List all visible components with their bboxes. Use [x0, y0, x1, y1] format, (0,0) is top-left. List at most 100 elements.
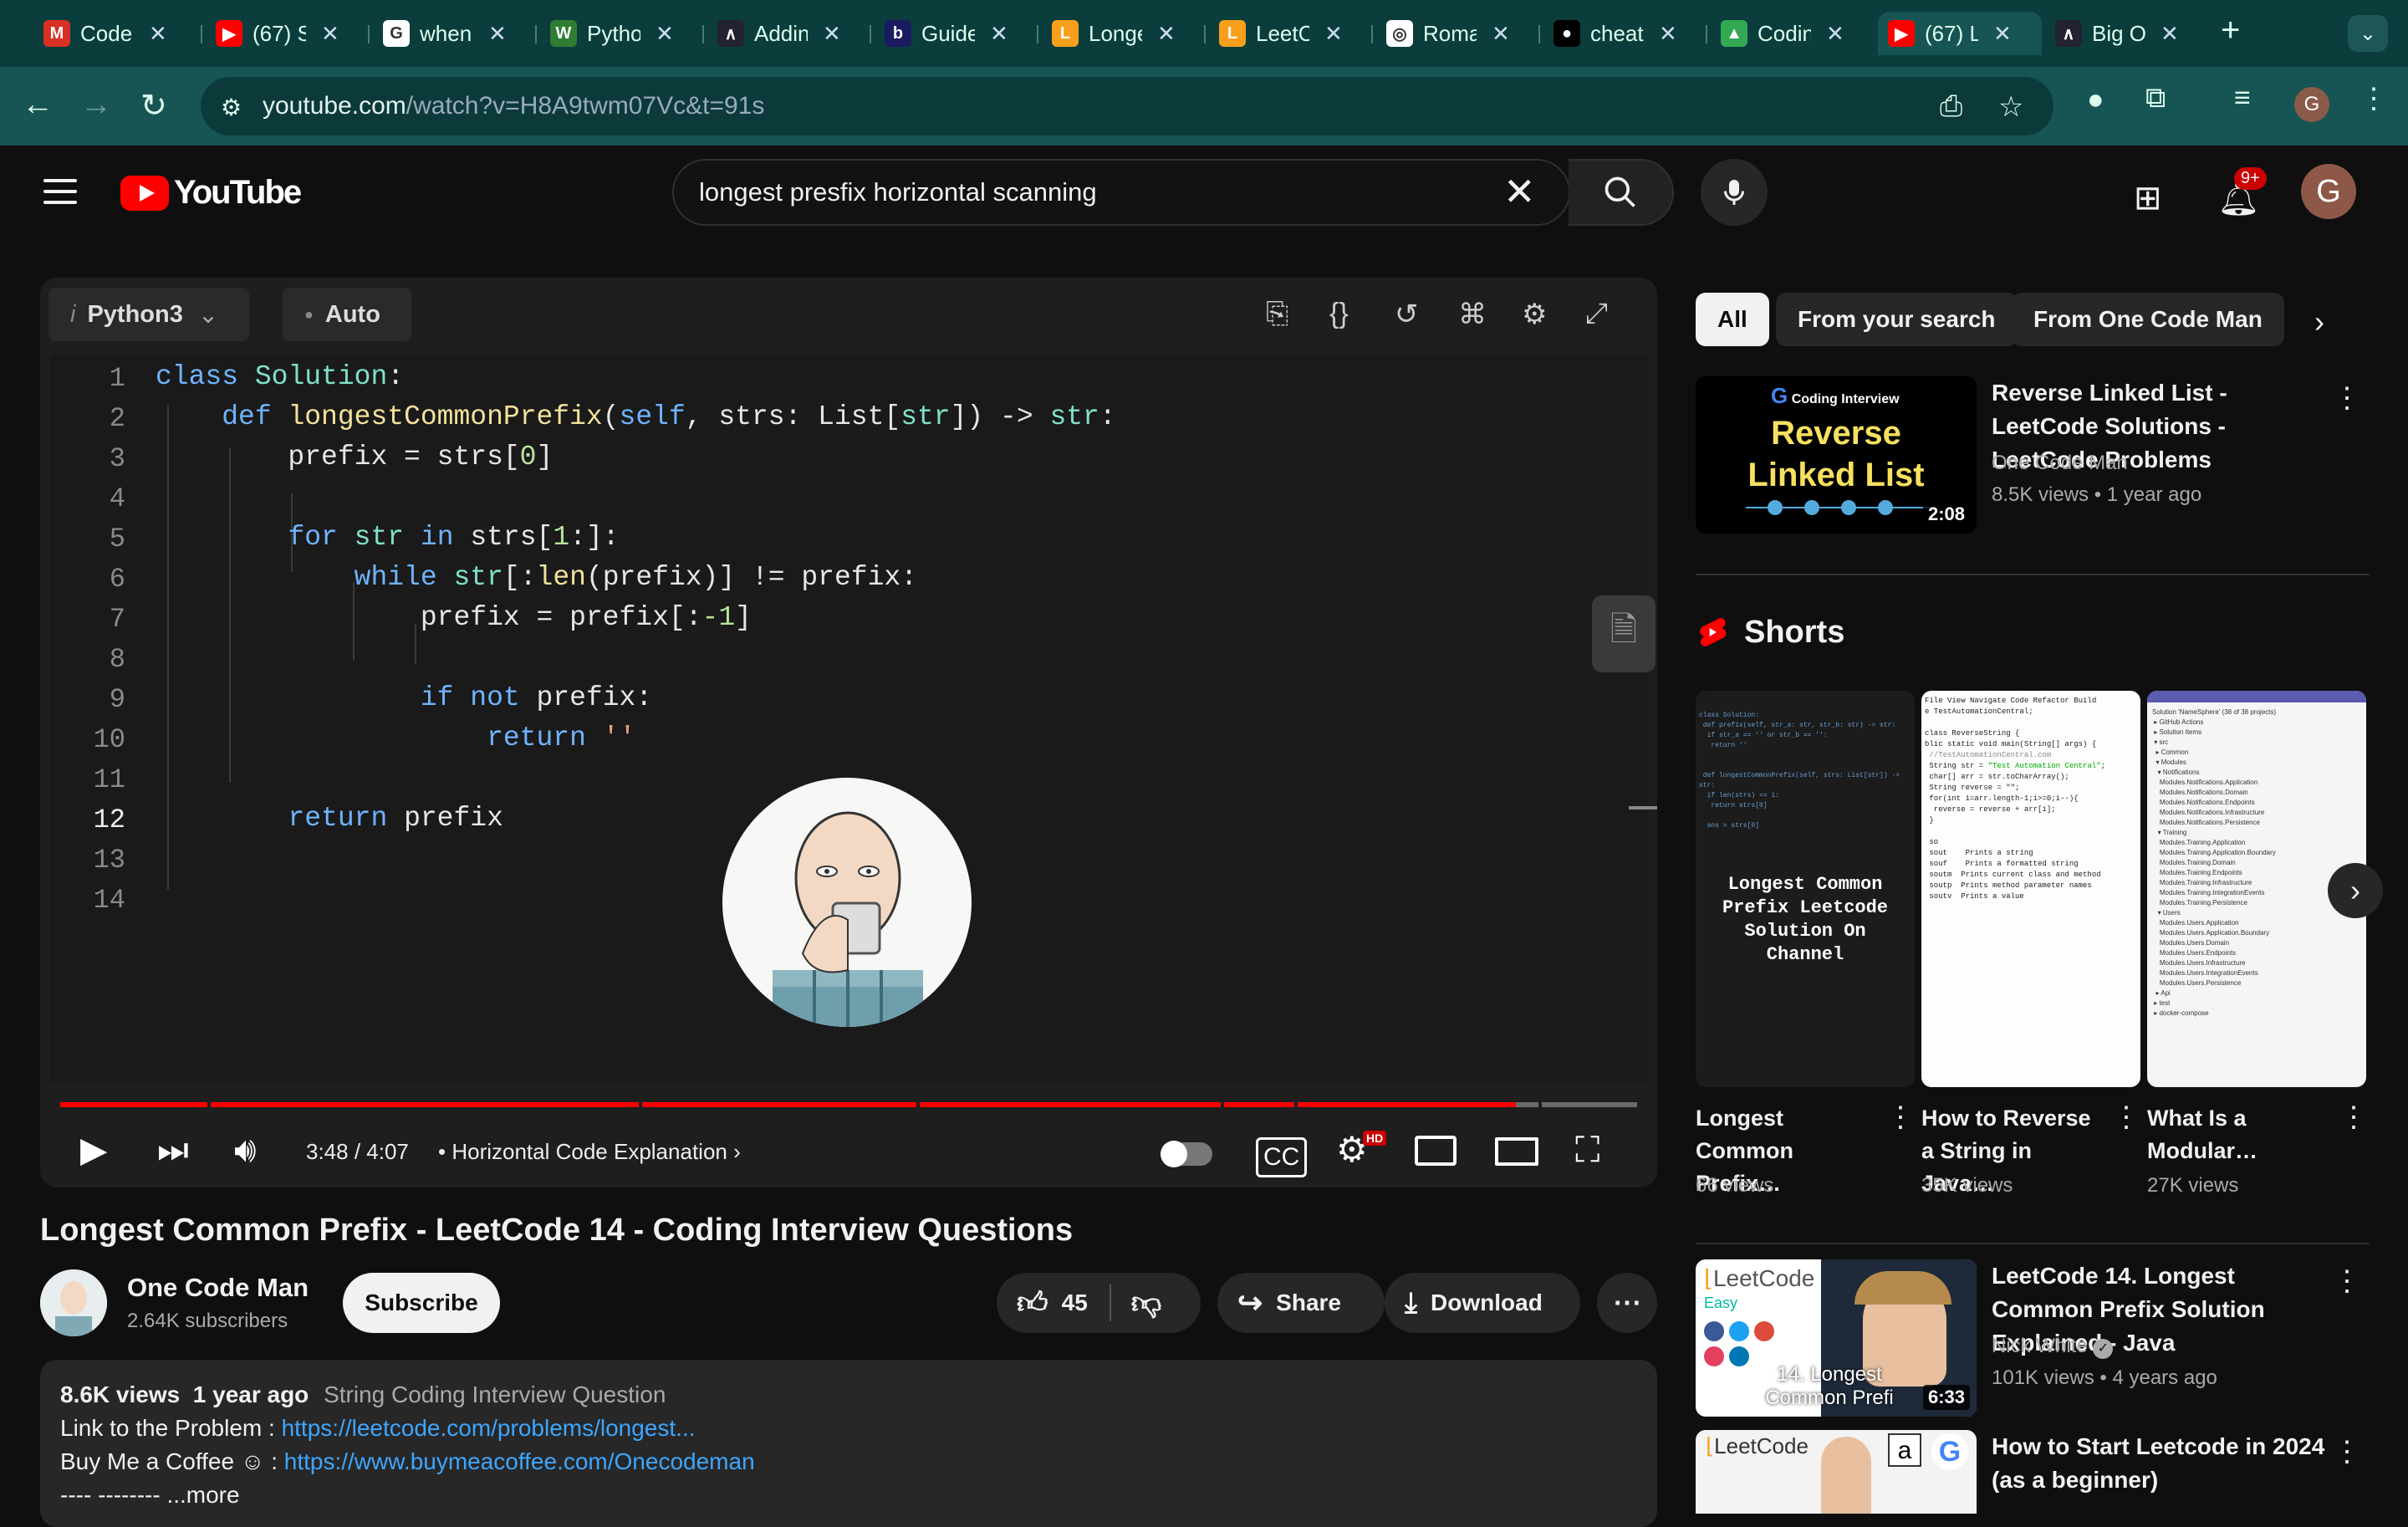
fullscreen-icon[interactable]: ⛶: [1575, 1132, 1599, 1167]
format-braces-icon[interactable]: {}: [1329, 298, 1349, 330]
close-tab-icon[interactable]: ✕: [2161, 21, 2179, 47]
install-app-icon[interactable]: ⎙: [1940, 90, 1962, 123]
theater-mode-icon[interactable]: [1495, 1137, 1538, 1166]
browser-tab[interactable]: ∧ Big O ✕: [2045, 12, 2209, 55]
search-button[interactable]: [1569, 159, 1674, 226]
video-player[interactable]: i Python3 ⌄ ● Auto ⎘ {} ↺ ⌘ ⚙ ⤢ 1 2 3 4 5 6 7 8 9 10…: [40, 278, 1657, 1187]
video-channel[interactable]: Nick White ✓: [1992, 1335, 2114, 1359]
forward-icon[interactable]: →: [80, 87, 112, 123]
close-tab-icon[interactable]: ✕: [1993, 21, 2012, 47]
browser-tab[interactable]: L LeetC ✕: [1209, 12, 1373, 55]
video-thumbnail[interactable]: ⌊LeetCode Easy 14. Longest Common Prefi …: [1696, 1259, 1977, 1417]
more-vert-icon[interactable]: ⋮: [2112, 1101, 2140, 1134]
language-select[interactable]: i Python3 ⌄: [48, 288, 249, 341]
video-thumbnail[interactable]: ⌊LeetCode a G: [1696, 1430, 1977, 1514]
description-box[interactable]: 8.6K views 1 year ago String Coding Inte…: [40, 1360, 1657, 1527]
reload-icon[interactable]: ↻: [140, 87, 167, 125]
video-channel[interactable]: One Code Man: [1992, 452, 2128, 475]
autoplay-toggle[interactable]: [1161, 1141, 1212, 1167]
search-input[interactable]: [699, 172, 1468, 212]
show-more-link[interactable]: ---- -------- ...more: [60, 1482, 240, 1509]
extensions-puzzle-icon[interactable]: ⧉: [2145, 82, 2166, 115]
shortcuts-icon[interactable]: ⌘: [1458, 298, 1487, 331]
close-tab-icon[interactable]: ✕: [823, 21, 841, 47]
browser-tab[interactable]: ∧ Addin ✕: [707, 12, 871, 55]
bookmark-icon[interactable]: ⎘: [1266, 298, 1288, 330]
back-icon[interactable]: ←: [22, 87, 54, 123]
recommended-video[interactable]: ⌊LeetCode a G How to Start Leetcode in 2…: [1696, 1430, 2370, 1514]
close-tab-icon[interactable]: ✕: [149, 21, 167, 47]
shorts-next-icon[interactable]: ›: [2328, 863, 2383, 918]
notes-icon[interactable]: 🗎: [1592, 595, 1656, 672]
recommended-video[interactable]: ⌊LeetCode Easy 14. Longest Common Prefi …: [1696, 1259, 2370, 1418]
video-thumbnail[interactable]: G Coding Interview Reverse Linked List 2…: [1696, 376, 1977, 534]
browser-menu-icon[interactable]: ⋮: [2360, 82, 2388, 115]
chip-from-your-search[interactable]: From your search: [1776, 293, 2018, 346]
close-tab-icon[interactable]: ✕: [990, 21, 1008, 47]
short-title[interactable]: What Is a Modular…: [2147, 1102, 2323, 1167]
close-tab-icon[interactable]: ✕: [656, 21, 674, 47]
close-tab-icon[interactable]: ✕: [321, 21, 339, 47]
channel-name[interactable]: One Code Man: [127, 1273, 309, 1303]
coffee-link[interactable]: https://www.buymeacoffee.com/Onecodeman: [284, 1448, 755, 1474]
video-title[interactable]: How to Start Leetcode in 2024 (as a begi…: [1992, 1430, 2334, 1497]
reset-icon[interactable]: ↺: [1395, 298, 1419, 331]
chip-all[interactable]: All: [1696, 293, 1769, 346]
browser-tab[interactable]: W Pytho ✕: [540, 12, 704, 55]
chips-next-icon[interactable]: ›: [2314, 304, 2324, 340]
progress-bar[interactable]: [60, 1102, 1637, 1107]
address-url[interactable]: youtube.com/watch?v=H8A9twm07Vc&t=91s: [263, 92, 764, 120]
create-video-icon[interactable]: ⊞: [2134, 179, 2162, 217]
close-tab-icon[interactable]: ✕: [1324, 21, 1343, 47]
close-tab-icon[interactable]: ✕: [488, 21, 507, 47]
account-avatar[interactable]: G: [2301, 164, 2356, 219]
volume-icon[interactable]: 🔊︎: [234, 1132, 256, 1167]
browser-tab[interactable]: M Code ✕: [33, 12, 197, 55]
close-tab-icon[interactable]: ✕: [1157, 21, 1176, 47]
close-tab-icon[interactable]: ✕: [1492, 21, 1510, 47]
recommended-video[interactable]: G Coding Interview Reverse Linked List 2…: [1696, 376, 2370, 535]
tab-search-button[interactable]: ⌄: [2348, 15, 2388, 52]
like-count[interactable]: 45: [1062, 1290, 1088, 1316]
more-vert-icon[interactable]: ⋮: [2339, 1101, 2368, 1134]
media-control-icon[interactable]: ≡: [2234, 82, 2251, 115]
problem-link[interactable]: https://leetcode.com/problems/longest...: [282, 1415, 696, 1441]
dislike-icon[interactable]: 👎︎: [1131, 1284, 1162, 1321]
bookmark-star-icon[interactable]: ☆: [1998, 90, 2023, 124]
browser-tab[interactable]: ▲ Codin ✕: [1711, 12, 1875, 55]
new-tab-button[interactable]: +: [2221, 12, 2240, 49]
browser-tab[interactable]: b Guide ✕: [875, 12, 1038, 55]
more-vert-icon[interactable]: ⋮: [2333, 1435, 2361, 1468]
like-icon[interactable]: 👍︎: [1017, 1284, 1048, 1321]
browser-tab[interactable]: ◎ Roma ✕: [1376, 12, 1540, 55]
browser-profile-avatar[interactable]: G: [2294, 87, 2329, 122]
browser-tab[interactable]: L Longe ✕: [1042, 12, 1206, 55]
chip-from-channel[interactable]: From One Code Man: [2012, 293, 2284, 346]
more-vert-icon[interactable]: ⋮: [2333, 381, 2361, 415]
download-button[interactable]: ⤓ Download: [1385, 1273, 1580, 1333]
browser-tab[interactable]: ● cheat ✕: [1543, 12, 1707, 55]
miniplayer-icon[interactable]: [1415, 1136, 1457, 1166]
autocomplete-select[interactable]: ● Auto: [283, 288, 411, 341]
browser-tab[interactable]: ▶ (67) L ✕: [1878, 12, 2042, 55]
close-tab-icon[interactable]: ✕: [1826, 21, 1844, 47]
subscribe-button[interactable]: Subscribe: [343, 1273, 500, 1333]
browser-tab[interactable]: Gwhen ✕: [373, 12, 537, 55]
address-bar[interactable]: ⚙ youtube.com/watch?v=H8A9twm07Vc&t=91s …: [201, 77, 2053, 135]
menu-icon[interactable]: [43, 179, 77, 212]
more-vert-icon[interactable]: ⋮: [2333, 1264, 2361, 1298]
channel-avatar[interactable]: [40, 1269, 107, 1336]
short-thumbnail[interactable]: File View Navigate Code Refactor Build e …: [1921, 691, 2140, 1087]
more-actions-button[interactable]: ⋯: [1597, 1273, 1657, 1333]
settings-icon[interactable]: ⚙: [1522, 298, 1547, 331]
browser-tab[interactable]: ▶ (67) S ✕: [206, 12, 370, 55]
description-tag[interactable]: String Coding Interview Question: [324, 1381, 666, 1407]
voice-search-button[interactable]: [1701, 159, 1768, 226]
short-thumbnail[interactable]: class Solution: def prefix(self, str_a: …: [1696, 691, 1915, 1087]
captions-icon[interactable]: CC: [1256, 1137, 1308, 1177]
chapter-button[interactable]: • Horizontal Code Explanation ›: [438, 1139, 741, 1165]
youtube-logo[interactable]: YouTube: [120, 174, 302, 212]
play-icon[interactable]: ▶: [80, 1132, 107, 1167]
expand-icon[interactable]: ⤢: [1585, 298, 1608, 330]
share-button[interactable]: ↪ Share: [1217, 1273, 1385, 1333]
